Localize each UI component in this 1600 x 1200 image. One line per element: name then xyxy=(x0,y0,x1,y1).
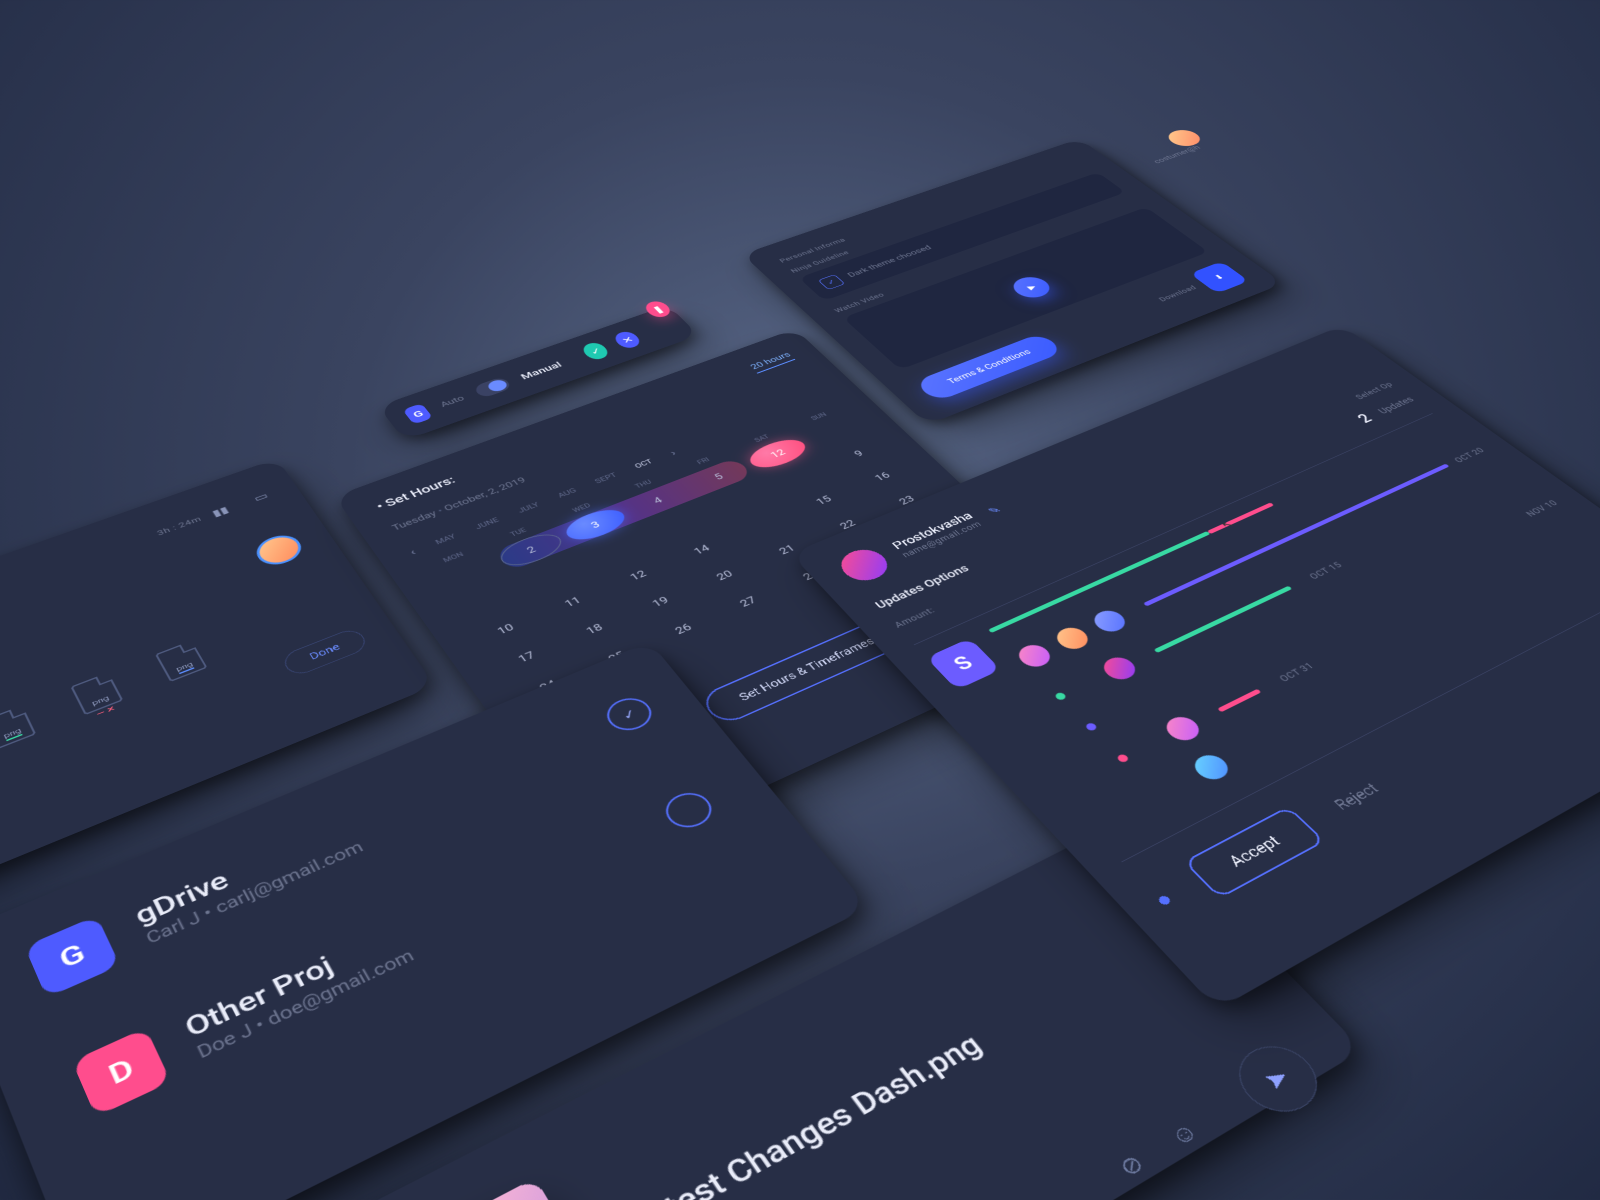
date-label: OCT 15 xyxy=(1307,560,1345,581)
check-icon: ✓ xyxy=(818,274,846,290)
close-icon[interactable]: — ✕ xyxy=(96,705,117,719)
link-icon[interactable]: ⊘ xyxy=(1114,1149,1150,1182)
play-icon[interactable]: ▶ xyxy=(1007,274,1057,302)
send-icon xyxy=(1260,1064,1297,1094)
reject-button[interactable]: Reject xyxy=(1330,780,1383,814)
download-label: Download xyxy=(1157,284,1199,303)
avatar[interactable] xyxy=(250,530,307,569)
select-options[interactable]: Select Op xyxy=(1353,380,1395,401)
manual-label: Manual xyxy=(518,360,564,382)
costumer-label: costumer@h xyxy=(1152,144,1203,165)
file-thumbnail[interactable] xyxy=(308,1178,652,1200)
avatar[interactable] xyxy=(1157,711,1208,747)
auto-label: Auto xyxy=(439,394,467,409)
avatar[interactable] xyxy=(1095,652,1144,686)
chevron-left-icon[interactable]: ‹ xyxy=(407,546,418,557)
date-label: NOV 10 xyxy=(1523,498,1560,518)
hours-badge[interactable]: 20 hours xyxy=(749,351,796,374)
cancel-icon[interactable]: ✕ xyxy=(611,329,644,350)
date-label: OCT 20 xyxy=(1452,446,1487,464)
accept-button[interactable]: Accept xyxy=(1183,806,1326,899)
date-label: OCT 31 xyxy=(1277,660,1317,683)
status-dot xyxy=(1054,692,1068,702)
confirm-icon[interactable]: ✓ xyxy=(579,340,612,361)
pause-icon[interactable]: ▮▮ xyxy=(210,504,231,519)
file-item[interactable]: png— ✕ xyxy=(70,672,123,715)
send-button[interactable] xyxy=(1223,1035,1333,1125)
tag-icon[interactable]: ❚ xyxy=(642,299,675,320)
amount-value: 2 xyxy=(1354,412,1376,426)
avatar[interactable] xyxy=(1186,749,1238,786)
status-dot xyxy=(1116,753,1130,763)
provider-badge: D xyxy=(72,1028,171,1117)
folder-icon[interactable]: ▭ xyxy=(251,490,270,504)
mode-switch[interactable] xyxy=(472,376,513,399)
provider-badge: G xyxy=(24,915,120,997)
avatar[interactable] xyxy=(1162,127,1206,149)
file-item[interactable]: png xyxy=(0,705,36,749)
updates-label: Updates xyxy=(1376,395,1417,416)
g-icon: G xyxy=(402,403,433,425)
upload-timer: 3h : 24m xyxy=(155,515,202,537)
file-item[interactable]: png xyxy=(155,640,208,682)
emoji-icon[interactable]: ☺ xyxy=(1164,1117,1205,1152)
timeline-card: Prostokvasha name@gmail.com ✎ Updates Op… xyxy=(790,325,1600,1009)
status-dot xyxy=(1084,722,1098,732)
chevron-right-icon[interactable]: › xyxy=(667,448,679,458)
done-button[interactable]: Done xyxy=(279,626,370,678)
